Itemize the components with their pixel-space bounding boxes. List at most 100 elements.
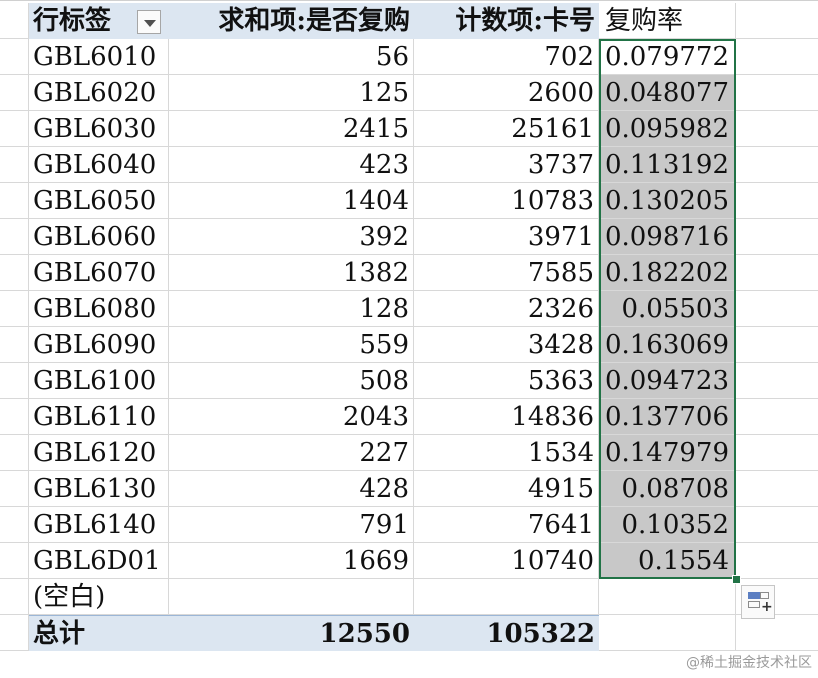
sum-value-cell[interactable]: 2043 [169, 399, 414, 435]
row-header-cell[interactable] [0, 183, 29, 219]
sum-value-cell[interactable]: 227 [169, 435, 414, 471]
rate-value-cell[interactable]: 0.182202 [599, 255, 736, 291]
row-header-cell[interactable] [0, 75, 29, 111]
empty-cell[interactable] [736, 507, 818, 543]
count-value-cell[interactable]: 2600 [414, 75, 599, 111]
row-label-cell[interactable]: GBL6110 [29, 399, 169, 435]
row-header-cell[interactable] [0, 399, 29, 435]
empty-cell[interactable] [736, 327, 818, 363]
empty-cell[interactable] [736, 435, 818, 471]
row-label-cell[interactable]: GBL6120 [29, 435, 169, 471]
empty-cell[interactable] [736, 543, 818, 579]
row-label-cell[interactable]: GBL6130 [29, 471, 169, 507]
sum-value-cell[interactable]: 1382 [169, 255, 414, 291]
count-value-cell[interactable]: 3737 [414, 147, 599, 183]
sum-value-cell[interactable]: 1404 [169, 183, 414, 219]
empty-cell[interactable] [736, 219, 818, 255]
header-rate-label[interactable]: 复购率 [599, 3, 736, 39]
empty-cell[interactable] [599, 579, 736, 615]
row-header-cell[interactable] [0, 543, 29, 579]
sum-value-cell[interactable]: 392 [169, 219, 414, 255]
row-label-cell[interactable]: GBL6D01 [29, 543, 169, 579]
quick-analysis-button[interactable]: + [741, 585, 775, 619]
sum-value-cell[interactable]: 128 [169, 291, 414, 327]
empty-cell[interactable] [599, 615, 736, 651]
rate-value-cell[interactable]: 0.130205 [599, 183, 736, 219]
rate-value-cell[interactable]: 0.05503 [599, 291, 736, 327]
count-value-cell[interactable]: 14836 [414, 399, 599, 435]
count-value-cell[interactable]: 4915 [414, 471, 599, 507]
count-value-cell[interactable]: 2326 [414, 291, 599, 327]
empty-cell[interactable] [736, 111, 818, 147]
empty-cell[interactable] [169, 579, 414, 615]
count-value-cell[interactable]: 10783 [414, 183, 599, 219]
sum-value-cell[interactable]: 508 [169, 363, 414, 399]
row-header-cell[interactable] [0, 579, 29, 615]
rate-value-cell[interactable]: 0.098716 [599, 219, 736, 255]
count-value-cell[interactable]: 3428 [414, 327, 599, 363]
row-header-cell[interactable] [0, 147, 29, 183]
empty-cell[interactable] [736, 615, 818, 651]
row-header-cell[interactable] [0, 39, 29, 75]
empty-cell[interactable] [736, 255, 818, 291]
count-value-cell[interactable]: 3971 [414, 219, 599, 255]
count-value-cell[interactable]: 1534 [414, 435, 599, 471]
row-header-cell[interactable] [0, 507, 29, 543]
row-header-cell[interactable] [0, 291, 29, 327]
count-value-cell[interactable]: 10740 [414, 543, 599, 579]
row-label-cell[interactable]: GBL6060 [29, 219, 169, 255]
count-value-cell[interactable]: 7585 [414, 255, 599, 291]
row-label-cell[interactable]: GBL6050 [29, 183, 169, 219]
count-value-cell[interactable]: 702 [414, 39, 599, 75]
row-header-cell[interactable] [0, 219, 29, 255]
blank-label-cell[interactable]: (空白) [29, 579, 169, 615]
rate-value-cell[interactable]: 0.08708 [599, 471, 736, 507]
empty-cell[interactable] [736, 147, 818, 183]
header-sum-label[interactable]: 求和项:是否复购 [169, 3, 414, 39]
total-label-cell[interactable]: 总计 [29, 615, 169, 651]
rate-value-cell[interactable]: 0.094723 [599, 363, 736, 399]
rate-value-cell[interactable]: 0.095982 [599, 111, 736, 147]
row-header-cell[interactable] [0, 111, 29, 147]
row-label-cell[interactable]: GBL6010 [29, 39, 169, 75]
filter-dropdown-button[interactable] [137, 10, 161, 34]
sum-value-cell[interactable]: 559 [169, 327, 414, 363]
total-sum-cell[interactable]: 12550 [169, 615, 414, 651]
sum-value-cell[interactable]: 791 [169, 507, 414, 543]
empty-cell[interactable] [736, 363, 818, 399]
sum-value-cell[interactable]: 423 [169, 147, 414, 183]
header-count-label[interactable]: 计数项:卡号 [414, 3, 599, 39]
row-label-cell[interactable]: GBL6100 [29, 363, 169, 399]
sum-value-cell[interactable]: 428 [169, 471, 414, 507]
rate-value-cell[interactable]: 0.10352 [599, 507, 736, 543]
row-header-cell[interactable] [0, 3, 29, 39]
row-label-cell[interactable]: GBL6140 [29, 507, 169, 543]
row-header-cell[interactable] [0, 255, 29, 291]
empty-cell[interactable] [736, 291, 818, 327]
count-value-cell[interactable]: 5363 [414, 363, 599, 399]
row-label-cell[interactable]: GBL6090 [29, 327, 169, 363]
row-label-cell[interactable]: GBL6080 [29, 291, 169, 327]
fill-handle[interactable] [732, 575, 741, 584]
empty-cell[interactable] [736, 471, 818, 507]
sum-value-cell[interactable]: 56 [169, 39, 414, 75]
empty-cell[interactable] [736, 75, 818, 111]
rate-value-cell[interactable]: 0.113192 [599, 147, 736, 183]
rate-value-cell[interactable]: 0.079772 [599, 39, 736, 75]
empty-cell[interactable] [736, 39, 818, 75]
rate-value-cell[interactable]: 0.147979 [599, 435, 736, 471]
row-label-cell[interactable]: GBL6070 [29, 255, 169, 291]
row-header-cell[interactable] [0, 615, 29, 651]
empty-cell[interactable] [414, 579, 599, 615]
empty-cell[interactable] [736, 3, 818, 39]
count-value-cell[interactable]: 7641 [414, 507, 599, 543]
rate-value-cell[interactable]: 0.048077 [599, 75, 736, 111]
row-label-cell[interactable]: GBL6020 [29, 75, 169, 111]
sum-value-cell[interactable]: 1669 [169, 543, 414, 579]
total-count-cell[interactable]: 105322 [414, 615, 599, 651]
rate-value-cell[interactable]: 0.163069 [599, 327, 736, 363]
row-label-cell[interactable]: GBL6040 [29, 147, 169, 183]
row-label-cell[interactable]: GBL6030 [29, 111, 169, 147]
row-header-cell[interactable] [0, 471, 29, 507]
rate-value-cell[interactable]: 0.1554 [599, 543, 736, 579]
